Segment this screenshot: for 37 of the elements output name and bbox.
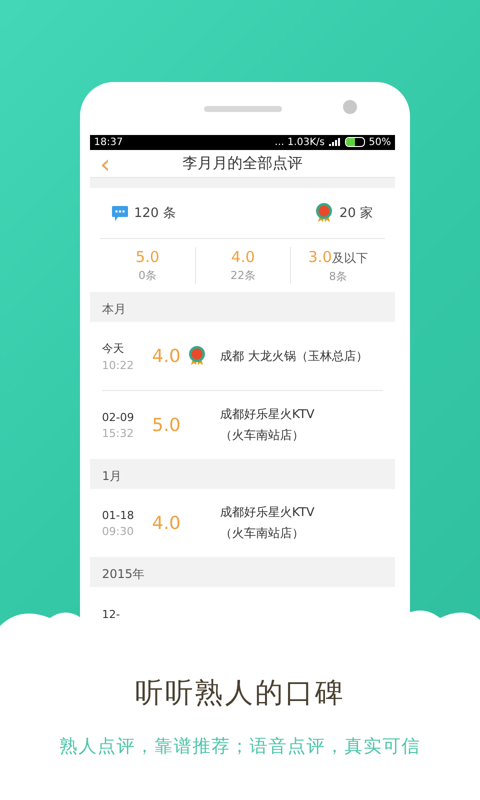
page-title: 李月月的全部点评 [182, 154, 302, 174]
signal-icon [328, 138, 341, 146]
score-filter[interactable]: 3.0及以下 8条 [290, 247, 385, 284]
medal-icon [315, 203, 334, 224]
review-score: 4.0 [152, 512, 182, 534]
review-time: 15:32 [102, 426, 135, 440]
clock-text: 18:37 [94, 136, 124, 148]
review-count: 120 条 [134, 205, 176, 222]
camera-icon [343, 100, 357, 114]
shop-name: 成都好乐星火KTV [220, 504, 314, 522]
review-row[interactable]: 今天 10:22 4.0 成都 大龙火锅（玉林总店） [90, 322, 395, 392]
shop-name: 成都好乐星火KTV [220, 406, 314, 424]
battery-percent: 50% [368, 136, 391, 148]
review-date: 02-09 [102, 410, 135, 424]
review-row[interactable]: 02-09 15:32 5.0 成都好乐星火KTV （火车南站店） [90, 391, 395, 460]
review-score: 4.0 [152, 346, 182, 367]
review-date: 01-18 [102, 508, 135, 522]
review-score: 5.0 [152, 414, 182, 436]
network-speed: ... 1.03K/s [274, 136, 325, 148]
shop-name: （火车南站店） [220, 427, 305, 444]
headline: 听听熟人的口碑 [135, 675, 345, 711]
chat-icon [112, 206, 128, 221]
review-time: 10:22 [102, 358, 135, 372]
review-time: 09:30 [102, 524, 135, 538]
battery-icon [344, 137, 365, 148]
review-date: 12- [102, 608, 120, 621]
section-header: 本月 [102, 301, 126, 318]
shop-name: （火车南站店） [220, 525, 305, 542]
shop-name: 成都 大龙火锅（玉林总店） [220, 348, 368, 365]
section-header: 2015年 [102, 566, 145, 584]
review-date: 今天 [102, 340, 125, 356]
section-header: 1月 [102, 468, 122, 486]
medal-icon [188, 346, 206, 366]
shop-count: 20 家 [339, 205, 373, 222]
review-row[interactable]: 01-18 09:30 4.0 成都好乐星火KTV （火车南站店） [90, 489, 395, 558]
tagline: 熟人点评，靠谱推荐；语音点评，真实可信 [60, 735, 420, 758]
speaker-icon [204, 106, 282, 112]
